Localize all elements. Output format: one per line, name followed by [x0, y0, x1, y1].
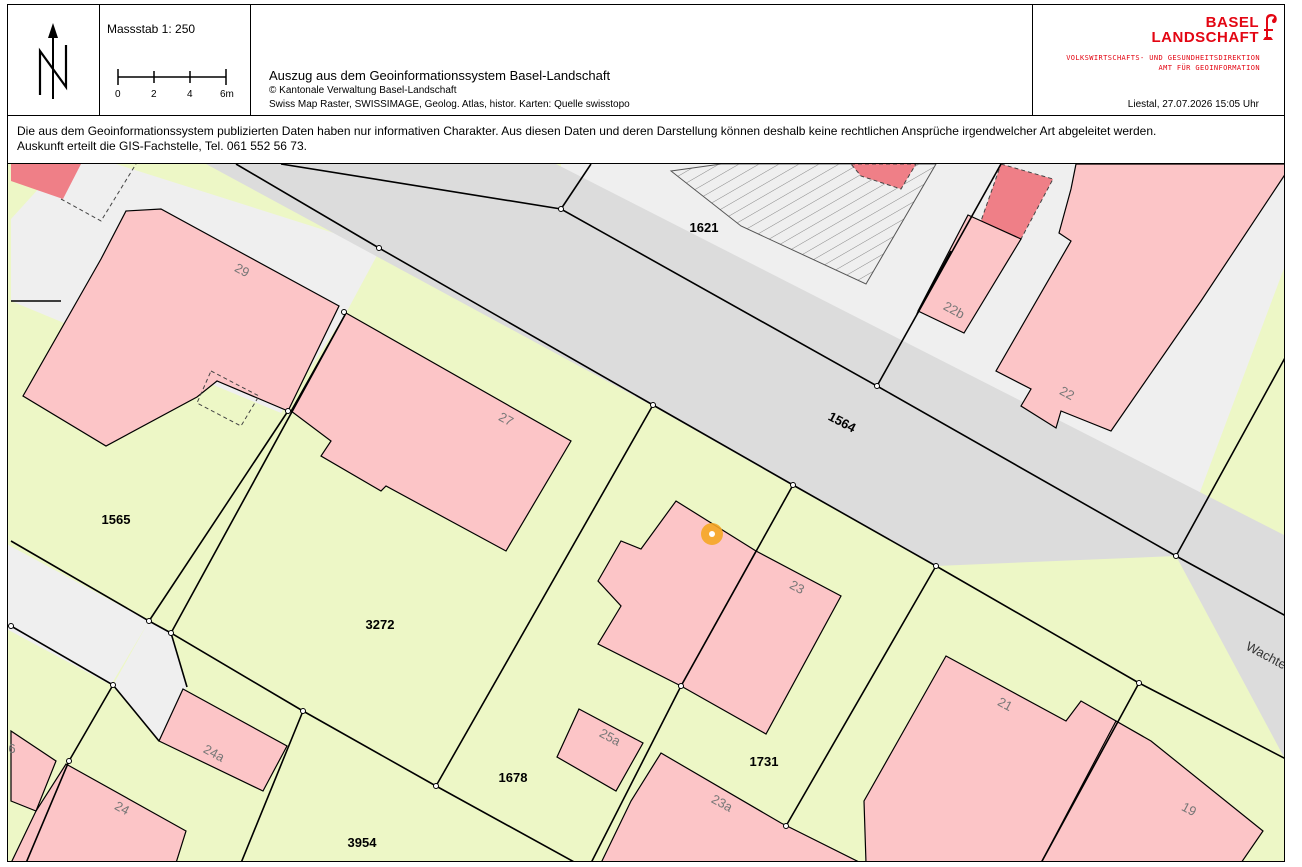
map-header: Massstab 1: 250 0 2 4 6m Auszug aus dem … — [7, 4, 1285, 116]
map-canvas[interactable]: 1621 1564 1565 3272 1678 1731 3954 29 27… — [8, 164, 1285, 862]
logo-cell: BASEL LANDSCHAFT VOLKSWIRTSCHAFTS- UND G… — [1033, 5, 1285, 115]
parcel-number-1731: 1731 — [750, 754, 779, 769]
department-line-1: VOLKSWIRTSCHAFTS- UND GESUNDHEITSDIREKTI… — [1066, 54, 1260, 62]
sources-text: Swiss Map Raster, SWISSIMAGE, Geolog. At… — [269, 99, 630, 110]
parcel-number-3272: 3272 — [366, 617, 395, 632]
location-marker-icon[interactable] — [701, 523, 723, 545]
parcel-number-3954: 3954 — [348, 835, 378, 850]
place-date: Liestal, 27.07.2026 15:05 Uhr — [1127, 99, 1259, 110]
cadastral-map[interactable]: 1621 1564 1565 3272 1678 1731 3954 29 27… — [7, 163, 1285, 862]
title-cell: Auszug aus dem Geoinformationssystem Bas… — [251, 5, 1033, 115]
parcel-number-1565: 1565 — [102, 512, 131, 527]
disclaimer-line-2: Auskunft erteilt die GIS-Fachstelle, Tel… — [17, 139, 307, 153]
disclaimer-line-1: Die aus dem Geoinformationssystem publiz… — [17, 124, 1157, 138]
scale-tick-0: 0 — [115, 89, 121, 100]
department-text: VOLKSWIRTSCHAFTS- UND GESUNDHEITSDIREKTI… — [1066, 53, 1260, 73]
scale-tick-4: 4 — [187, 89, 193, 100]
department-line-2: AMT FÜR GEOINFORMATION — [1158, 64, 1260, 72]
basel-staff-icon — [1263, 14, 1277, 40]
map-title: Auszug aus dem Geoinformationssystem Bas… — [269, 68, 611, 83]
scale-cell: Massstab 1: 250 0 2 4 6m — [100, 5, 251, 115]
parcel-number-1678: 1678 — [499, 770, 528, 785]
north-arrow-icon — [38, 23, 68, 99]
scale-tick-2: 2 — [151, 89, 157, 100]
copyright-text: © Kantonale Verwaltung Basel-Landschaft — [269, 85, 457, 96]
logo-landschaft: LANDSCHAFT — [1151, 29, 1259, 46]
disclaimer: Die aus dem Geoinformationssystem publiz… — [7, 116, 1285, 164]
house-number-6: 6 — [8, 741, 15, 756]
scale-tick-6m: 6m — [220, 89, 234, 100]
north-arrow-cell — [8, 5, 100, 115]
parcel-number-1621: 1621 — [690, 220, 719, 235]
